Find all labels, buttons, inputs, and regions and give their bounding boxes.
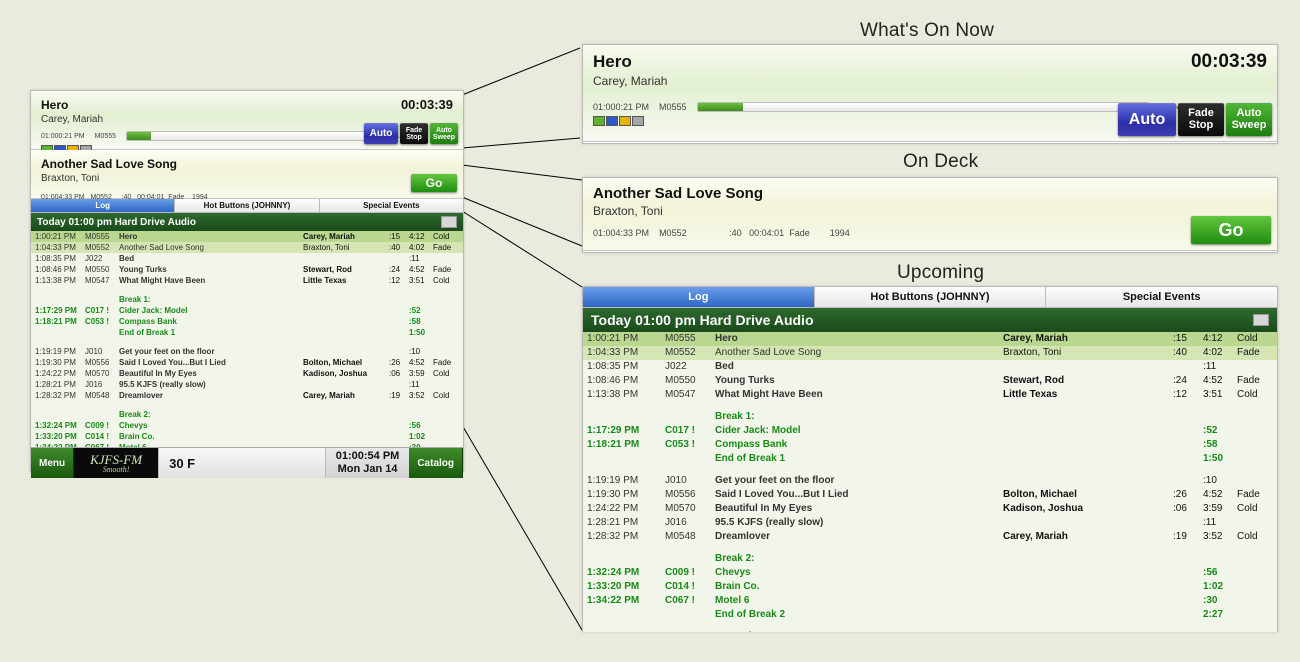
deck-remain: 00:04:01 [749, 228, 784, 238]
log-row[interactable]: 1:19:30 PMM0556Said I Loved You...But I … [31, 357, 463, 368]
log-row[interactable]: 1:13:38 PMM0547What Might Have BeenLittl… [583, 388, 1277, 402]
log-body-thumb[interactable]: 1:00:21 PMM0555HeroCarey, Mariah:154:12C… [31, 231, 463, 447]
auto-sweep-button[interactable]: AutoSweep [430, 123, 458, 144]
label-upcoming: Upcoming [897, 262, 984, 284]
log-row[interactable]: 1:19:19 PMJ010Get your feet on the floor… [583, 474, 1277, 488]
log-row[interactable]: 1:33:20 PMC014 !Brain Co.1:02 [31, 431, 463, 442]
log-row[interactable]: 1:32:24 PMC009 !Chevys:56 [31, 420, 463, 431]
log-row[interactable]: 1:24:22 PMM0570Beautiful In My EyesKadis… [31, 368, 463, 379]
log-row[interactable]: Break 1: [31, 294, 463, 305]
log-row[interactable]: Break 1: [583, 410, 1277, 424]
log-row[interactable]: 1:24:22 PMM0570Beautiful In My EyesKadis… [583, 502, 1277, 516]
now-start: 01:000:21 PM [41, 133, 85, 140]
log-row[interactable]: 1:08:46 PMM0550Young TurksStewart, Rod:2… [31, 264, 463, 275]
now-playing-callout: Hero Carey, Mariah 00:03:39 01:000:21 PM… [582, 44, 1278, 144]
log-row[interactable]: Break 2: [31, 409, 463, 420]
deck-artist: Braxton, Toni [31, 171, 463, 194]
temperature-slot: 30 F [158, 448, 326, 478]
log-row[interactable]: 1:08:46 PMM0550Young TurksStewart, Rod:2… [583, 374, 1277, 388]
now-elapsed: 00:03:39 [401, 97, 453, 112]
on-deck-panel: Another Sad Love Song Braxton, Toni 01:0… [31, 150, 463, 199]
tab-hot-buttons[interactable]: Hot Buttons (JOHNNY) [815, 287, 1047, 307]
log-row[interactable]: 1:28:21 PMJ01695.5 KJFS (really slow):11 [31, 379, 463, 390]
deck-start: 01:004:33 PM [593, 228, 649, 238]
log-row[interactable]: 1:34:22 PMC067 !Motel 6:30 [31, 442, 463, 447]
go-button[interactable]: Go [411, 174, 457, 192]
log-row[interactable]: 1:00:21 PMM0555HeroCarey, Mariah:154:12C… [583, 332, 1277, 346]
label-whats-on-now: What's On Now [860, 20, 994, 42]
log-row[interactable]: 1:13:38 PMM0547What Might Have BeenLittl… [31, 275, 463, 286]
log-row[interactable]: 1:28:32 PMM0548DreamloverCarey, Mariah:1… [583, 530, 1277, 544]
deck-year: 1994 [830, 228, 850, 238]
label-on-deck: On Deck [903, 151, 978, 173]
auto-button[interactable]: Auto [364, 123, 398, 144]
log-header: Today 01:00 pm Hard Drive Audio [583, 308, 1277, 332]
clock: 01:00:54 PMMon Jan 14 [326, 450, 410, 475]
now-title: Hero [31, 91, 463, 112]
deck-title: Another Sad Love Song [31, 150, 463, 171]
log-row[interactable]: 1:18:21 PMC053 !Compass Bank:58 [583, 438, 1277, 452]
log-row[interactable]: 1:17:29 PMC017 !Cider Jack: Model:52 [583, 424, 1277, 438]
log-row[interactable]: 1:18:21 PMC053 !Compass Bank:58 [31, 316, 463, 327]
now-playing-panel: Hero Carey, Mariah 00:03:39 01:000:21 PM… [31, 91, 463, 150]
on-deck-callout: Another Sad Love Song Braxton, Toni 01:0… [582, 177, 1278, 253]
log-body[interactable]: 1:00:21 PMM0555HeroCarey, Mariah:154:12C… [583, 332, 1277, 632]
log-row[interactable]: 1:08:35 PMJ022Bed:11 [583, 360, 1277, 374]
log-row[interactable]: 1:17:29 PMC017 !Cider Jack: Model:52 [31, 305, 463, 316]
station-logo: KJFS-FMSmooth! [74, 448, 158, 478]
log-row[interactable]: End of Break 11:50 [31, 327, 463, 338]
now-code: M0555 [95, 133, 116, 140]
log-row[interactable]: 1:33:20 PMC014 !Brain Co.1:02 [583, 580, 1277, 594]
log-row[interactable]: 1:08:35 PMJ022Bed:11 [31, 253, 463, 264]
progress-bar[interactable] [126, 131, 366, 141]
log-row[interactable]: Break 2: [583, 552, 1277, 566]
log-row[interactable]: 1:19:19 PMJ010Get your feet on the floor… [31, 346, 463, 357]
tab-special-events[interactable]: Special Events [1046, 287, 1277, 307]
fade-stop-button[interactable]: FadeStop [400, 123, 428, 144]
log-row[interactable]: 1:34:22 PMC067 !Motel 6:30 [583, 594, 1277, 608]
now-elapsed: 00:03:39 [1191, 51, 1267, 73]
log-row[interactable]: 1:00:21 PMM0555HeroCarey, Mariah:154:12C… [31, 231, 463, 242]
progress-bar[interactable] [697, 102, 1149, 112]
footer: Menu KJFS-FMSmooth! 30 F 01:00:54 PMMon … [31, 447, 463, 478]
now-code: M0555 [659, 102, 687, 112]
log-header: Today 01:00 pm Hard Drive Audio [31, 213, 463, 231]
deck-intro: :40 [729, 228, 742, 238]
deck-ending: Fade [789, 228, 810, 238]
menu-button[interactable]: Menu [31, 448, 74, 478]
log-row[interactable]: 1:04:33 PMM0552Another Sad Love SongBrax… [583, 346, 1277, 360]
fade-stop-button[interactable]: FadeStop [1178, 103, 1224, 136]
log-row[interactable]: 1:32:24 PMC009 !Chevys:56 [583, 566, 1277, 580]
log-row[interactable]: 1:34:51 PMJ021More Hits:11 [583, 630, 1277, 632]
scroll-up-icon[interactable] [441, 216, 457, 228]
app-thumbnail: Hero Carey, Mariah 00:03:39 01:000:21 PM… [30, 90, 464, 472]
log-row[interactable]: End of Break 11:50 [583, 452, 1277, 466]
tabs: Log Hot Buttons (JOHNNY) Special Events [583, 287, 1277, 308]
now-title: Hero [583, 45, 1277, 72]
now-artist: Carey, Mariah [583, 72, 1277, 94]
deck-artist: Braxton, Toni [583, 202, 1277, 228]
catalog-button[interactable]: Catalog [409, 448, 463, 478]
deck-code: M0552 [659, 228, 687, 238]
auto-sweep-button[interactable]: AutoSweep [1226, 103, 1272, 136]
auto-button[interactable]: Auto [1118, 103, 1176, 136]
log-row[interactable]: End of Break 22:27 [583, 608, 1277, 622]
tab-log[interactable]: Log [583, 287, 815, 307]
log-row[interactable]: 1:28:32 PMM0548DreamloverCarey, Mariah:1… [31, 390, 463, 401]
log-row[interactable]: 1:04:33 PMM0552Another Sad Love SongBrax… [31, 242, 463, 253]
log-row[interactable]: 1:28:21 PMJ01695.5 KJFS (really slow):11 [583, 516, 1277, 530]
scroll-up-icon[interactable] [1253, 314, 1269, 326]
deck-title: Another Sad Love Song [583, 178, 1277, 202]
upcoming-callout: Log Hot Buttons (JOHNNY) Special Events … [582, 286, 1278, 632]
now-start: 01:000:21 PM [593, 102, 649, 112]
log-row[interactable]: 1:19:30 PMM0556Said I Loved You...But I … [583, 488, 1277, 502]
go-button[interactable]: Go [1191, 216, 1271, 244]
